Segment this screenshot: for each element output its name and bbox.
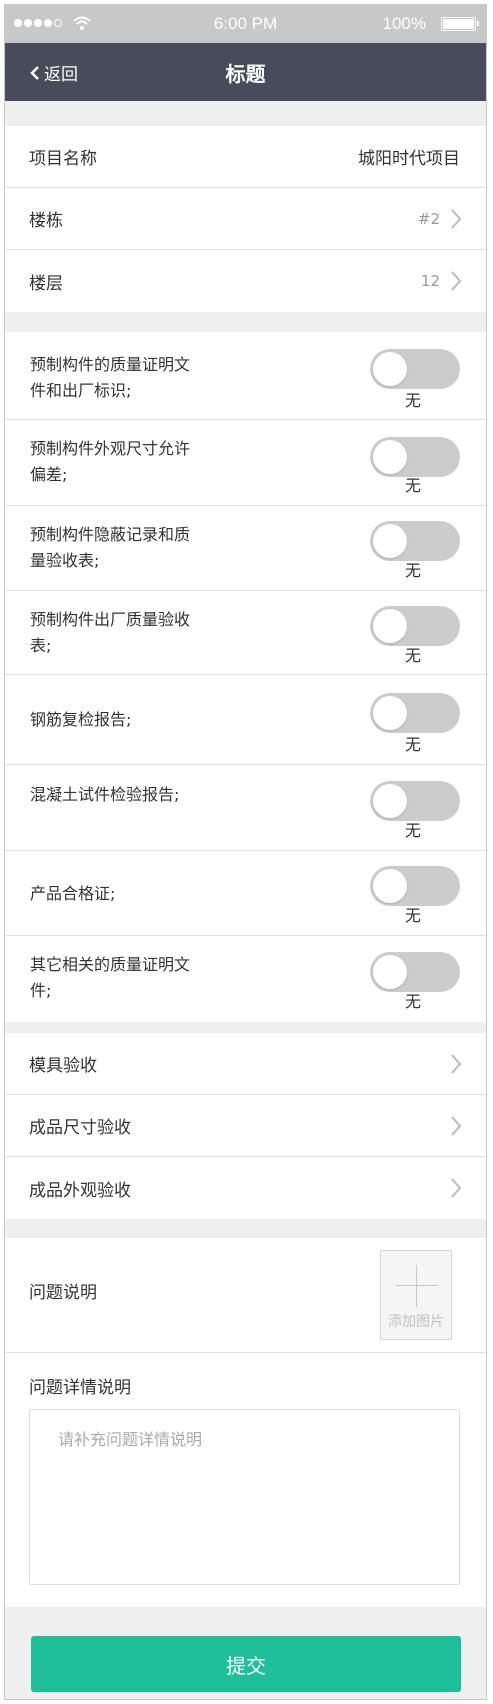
toggle-knob: [373, 869, 407, 903]
check-label: 预制构件外观尺寸允许偏差;: [30, 439, 191, 484]
toggle-switch[interactable]: [370, 437, 460, 477]
check-label: 混凝土试件检验报告;: [30, 785, 180, 804]
battery-percentage: 100%: [382, 14, 426, 33]
toggle-state: 无: [405, 646, 422, 665]
appearance-inspection-label: 成品外观验收: [29, 1180, 131, 1201]
toggle-knob: [373, 609, 407, 643]
check-row: 其它相关的质量证明文件; 无: [5, 936, 486, 1022]
mold-inspection-row[interactable]: 模具验收: [5, 1033, 486, 1095]
chevron-right-icon: [451, 1178, 462, 1198]
nav-bar: 返回 标题: [5, 43, 486, 101]
status-bar: 6:00 PM 100%: [5, 5, 486, 43]
check-row: 预制构件的质量证明文件和出厂标识; 无: [5, 332, 486, 420]
check-label: 其它相关的质量证明文件;: [30, 955, 191, 1000]
mold-inspection-label: 模具验收: [29, 1056, 97, 1076]
add-photo-button[interactable]: 添加图片: [380, 1250, 452, 1340]
toggle-knob: [373, 440, 407, 474]
check-label: 产品合格证;: [30, 884, 116, 903]
toggle-knob: [373, 955, 407, 989]
size-inspection-label: 成品尺寸验收: [29, 1118, 131, 1138]
problem-detail-label: 问题详情说明: [29, 1378, 131, 1398]
project-name-row: 项目名称 城阳时代项目: [5, 126, 486, 188]
submit-button[interactable]: 提交: [31, 1636, 461, 1692]
check-row: 混凝土试件检验报告; 无: [5, 765, 486, 851]
toggle-knob: [373, 696, 407, 730]
toggle-switch[interactable]: [370, 866, 460, 906]
toggle-knob: [373, 784, 407, 818]
floor-label: 楼层: [29, 273, 63, 294]
toggle-state: 无: [405, 735, 422, 754]
plus-icon: [396, 1265, 438, 1307]
toggle-state: 无: [405, 561, 422, 580]
toggle-switch[interactable]: [370, 349, 460, 389]
problem-detail-input[interactable]: 请补充问题详情说明: [29, 1409, 460, 1585]
problem-label: 问题说明: [29, 1283, 97, 1303]
building-value: #2: [417, 209, 440, 228]
check-row: 预制构件隐蔽记录和质量验收表; 无: [5, 506, 486, 591]
toggle-state: 无: [405, 821, 422, 840]
toggle-switch[interactable]: [370, 521, 460, 561]
chevron-right-icon: [451, 1053, 462, 1074]
toggle-state: 无: [405, 476, 422, 495]
toggle-switch[interactable]: [370, 781, 460, 821]
toggle-switch[interactable]: [370, 693, 460, 733]
check-label: 预制构件出厂质量验收表;: [30, 610, 191, 655]
appearance-inspection-row[interactable]: 成品外观验收: [5, 1157, 486, 1219]
problem-detail-section: 问题详情说明 请补充问题详情说明: [5, 1353, 486, 1607]
chevron-right-icon: [451, 208, 462, 229]
building-row[interactable]: 楼栋 #2: [5, 188, 486, 250]
building-label: 楼栋: [29, 211, 63, 231]
check-label: 预制构件的质量证明文件和出厂标识;: [30, 355, 191, 400]
project-name-value: 城阳时代项目: [358, 149, 460, 169]
toggle-switch[interactable]: [370, 606, 460, 646]
check-row: 钢筋复检报告; 无: [5, 675, 486, 765]
chevron-right-icon: [451, 1115, 462, 1136]
document-checklist: 预制构件的质量证明文件和出厂标识; 无 预制构件外观尺寸允许偏差; 无 预制构件…: [5, 332, 486, 1022]
chevron-right-icon: [451, 271, 462, 291]
inspection-section: 模具验收 成品尺寸验收 成品外观验收: [5, 1033, 486, 1219]
battery-icon: [441, 17, 479, 31]
toggle-knob: [373, 524, 407, 558]
check-label: 预制构件隐蔽记录和质量验收表;: [30, 525, 191, 570]
floor-row[interactable]: 楼层 12: [5, 250, 486, 312]
toggle-switch[interactable]: [370, 952, 460, 992]
size-inspection-row[interactable]: 成品尺寸验收: [5, 1095, 486, 1157]
check-row: 预制构件出厂质量验收表; 无: [5, 591, 486, 675]
floor-value: 12: [420, 272, 440, 290]
toggle-state: 无: [405, 391, 422, 410]
add-photo-label: 添加图片: [388, 1314, 444, 1330]
toggle-knob: [373, 352, 407, 386]
check-label: 钢筋复检报告;: [30, 710, 132, 729]
toggle-state: 无: [405, 906, 422, 925]
check-row: 预制构件外观尺寸允许偏差; 无: [5, 420, 486, 506]
project-info-section: 项目名称 城阳时代项目 楼栋 #2 楼层 12: [5, 126, 486, 312]
check-row: 产品合格证; 无: [5, 851, 486, 936]
phone-screen: 6:00 PM 100% 返回 标题 项目名称 城阳时代项目 楼栋 #2 楼层 …: [4, 4, 487, 1700]
page-title: 标题: [225, 62, 266, 86]
toggle-state: 无: [405, 992, 422, 1011]
project-name-label: 项目名称: [29, 149, 97, 169]
problem-section: 问题说明 添加图片: [5, 1238, 486, 1353]
